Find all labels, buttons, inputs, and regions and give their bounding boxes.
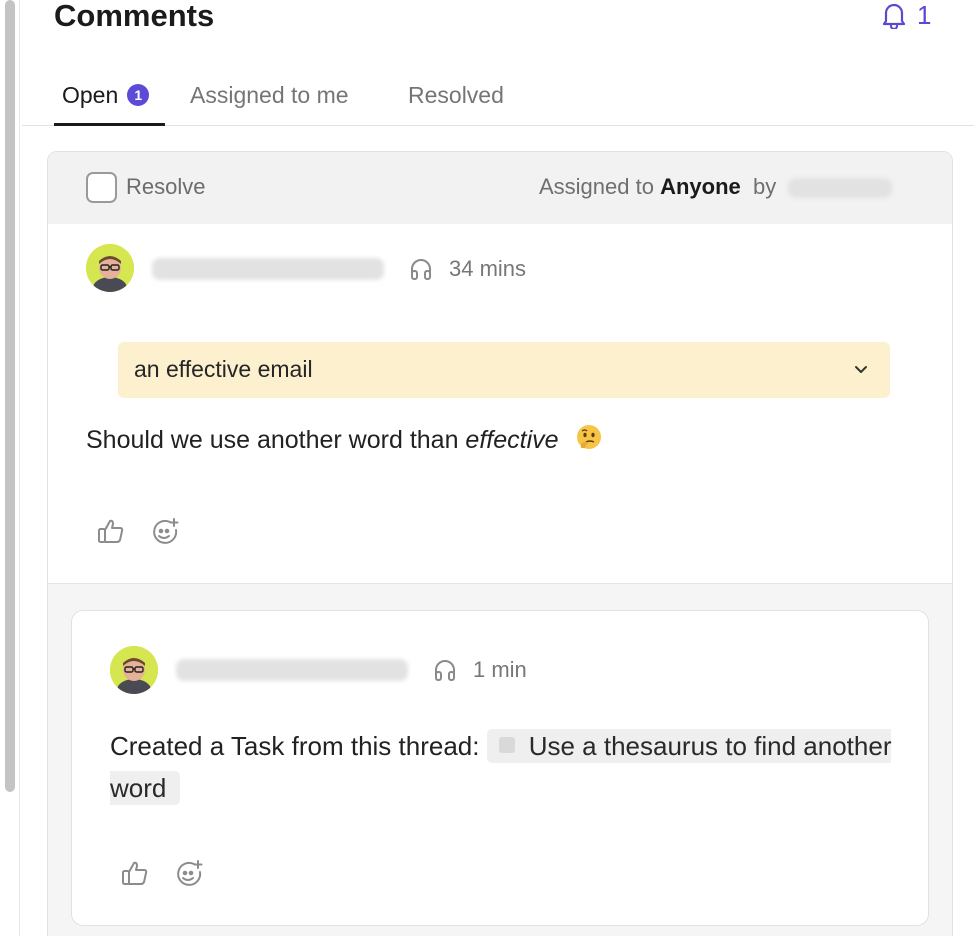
thread-header: Resolve Assigned to Anyone by <box>48 152 952 224</box>
reply-author-name-redacted[interactable] <box>176 659 408 681</box>
reply-timestamp: 1 min <box>473 657 527 682</box>
thumbs-up-icon[interactable] <box>96 517 126 545</box>
comment-body: Should we use another word than effectiv… <box>86 424 603 455</box>
reply-reactions <box>120 859 204 889</box>
resolve-label[interactable]: Resolve <box>126 174 205 200</box>
quoted-text: an effective email <box>134 356 313 382</box>
tab-open-label: Open <box>62 81 119 108</box>
comment-timestamp: 34 mins <box>449 256 527 281</box>
left-scrollbar[interactable] <box>0 0 20 936</box>
add-reaction-icon[interactable] <box>174 859 204 889</box>
open-count-badge: 1 <box>127 84 150 106</box>
page-title: Comments <box>54 0 215 33</box>
notification-count: 1 <box>917 0 932 30</box>
headphones-icon <box>435 660 455 681</box>
assigned-by-prefix: by <box>753 174 777 199</box>
active-tab-indicator <box>54 123 165 126</box>
quoted-text-block[interactable]: an effective email <box>118 342 890 398</box>
reply-body: Created a Task from this thread: Use a t… <box>110 725 900 809</box>
headphones-icon <box>411 259 431 280</box>
assignee[interactable]: Anyone <box>660 174 741 199</box>
comment-italic-text: effective <box>465 426 559 454</box>
resolve-checkbox[interactable] <box>86 172 117 203</box>
assigner-name-redacted <box>788 178 893 199</box>
assignment-info: Assigned to Anyone by <box>539 174 893 200</box>
tab-resolved[interactable]: Resolved <box>408 72 504 118</box>
avatar[interactable] <box>86 244 134 292</box>
notification-button[interactable]: 1 <box>881 0 931 30</box>
task-status-icon <box>498 737 515 753</box>
reply-comment: 1 min Created a Task from this thread: U… <box>71 610 929 926</box>
scrollbar-thumb[interactable] <box>5 0 15 792</box>
tab-open[interactable]: Open 1 <box>62 72 150 118</box>
bell-icon <box>882 3 906 29</box>
thinking-face-icon <box>577 425 602 449</box>
author-name-redacted[interactable] <box>152 258 384 280</box>
comment-reactions <box>96 517 180 547</box>
comment-text: Should we use another word than <box>86 426 466 454</box>
reply-meta: 1 min <box>433 657 527 683</box>
add-reaction-icon[interactable] <box>150 517 180 547</box>
assigned-prefix: Assigned to <box>539 174 654 199</box>
thumbs-up-icon[interactable] <box>120 859 150 887</box>
comment-meta: 34 mins <box>409 256 526 282</box>
reply-text: Created a Task from this thread: <box>110 731 487 761</box>
comment-thread: Resolve Assigned to Anyone by 34 mins an… <box>47 151 953 936</box>
reply-avatar[interactable] <box>110 646 158 694</box>
comment-tabs: Open 1 Assigned to me Resolved <box>22 64 974 126</box>
chevron-down-icon[interactable] <box>852 360 870 378</box>
main-comment: 34 mins an effective email Should we use… <box>48 224 952 584</box>
tab-assigned-to-me[interactable]: Assigned to me <box>190 72 349 118</box>
